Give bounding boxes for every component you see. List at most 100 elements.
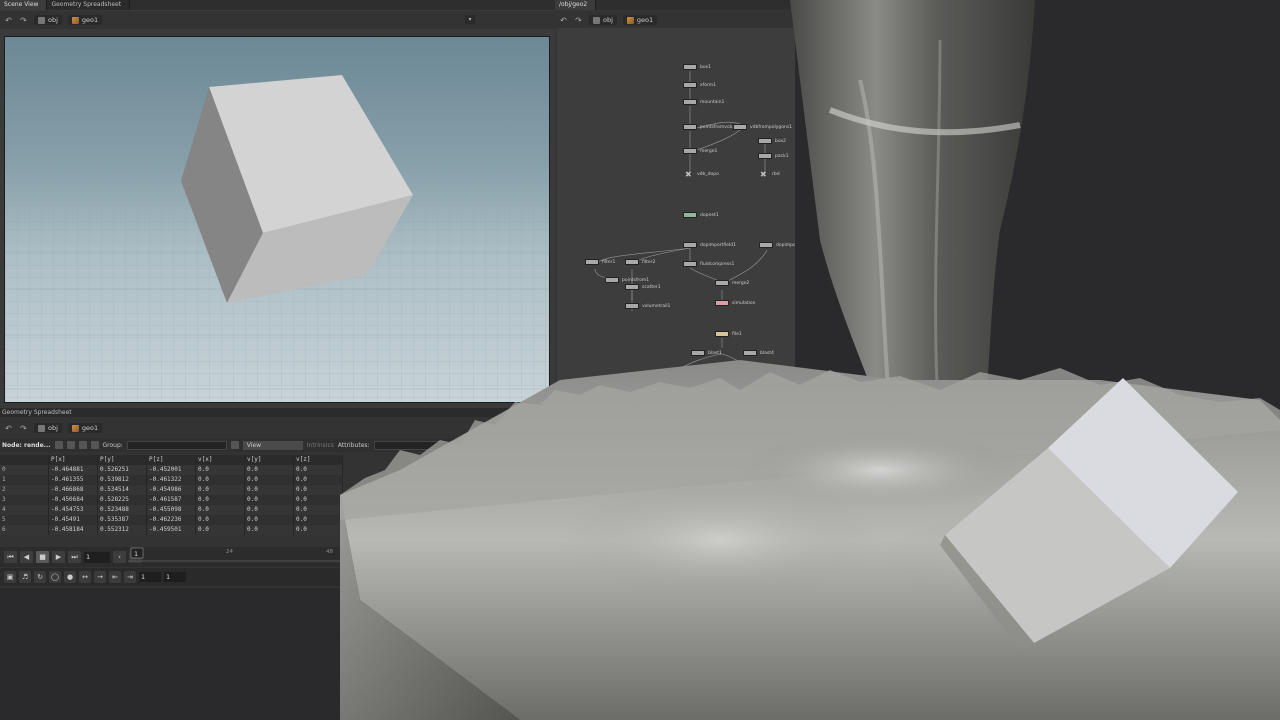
row-index: 3 xyxy=(0,495,49,505)
node-dopimportfield1[interactable]: dopimportfield1 xyxy=(683,242,736,248)
node-dopnet1[interactable]: dopnet1 xyxy=(683,212,719,218)
loop-icon[interactable]: ↻ xyxy=(34,571,46,583)
network-canvas[interactable]: box1 xform1 mountain1 pointsfromvolume1 … xyxy=(557,28,795,420)
node-vdb-dopo[interactable]: ✖ vdb_dopo xyxy=(685,170,719,179)
breadcrumb-geo1[interactable]: geo1 xyxy=(67,423,103,433)
column-header[interactable]: P[z] xyxy=(147,455,196,465)
node-pointsfrom1[interactable]: pointsfrom1 xyxy=(605,277,649,283)
forward-arrow-icon[interactable]: ↷ xyxy=(19,16,28,25)
tab-network[interactable]: /obj/geo2 xyxy=(555,0,597,10)
table-row[interactable]: 5 -0.45491 0.535387 -0.462236 0.0 0.0 0.… xyxy=(0,515,343,525)
view-select[interactable]: View xyxy=(242,440,303,450)
node-icon xyxy=(641,388,655,394)
stop-icon[interactable]: ■ xyxy=(36,551,49,563)
range-back-icon[interactable]: ⇤ xyxy=(109,571,121,583)
node-blast4[interactable]: blast4 xyxy=(743,350,774,356)
breadcrumb-geo1[interactable]: geo1 xyxy=(67,15,103,25)
attributes-input[interactable] xyxy=(373,440,454,450)
range-start-input[interactable]: 1 xyxy=(139,572,161,582)
node-mountain1[interactable]: mountain1 xyxy=(683,99,724,105)
forward-arrow-icon[interactable]: ↷ xyxy=(19,424,28,433)
node-rbd[interactable]: ✖ rbd xyxy=(760,170,780,179)
node-icon xyxy=(743,350,757,356)
node-icon xyxy=(758,138,772,144)
node-icon xyxy=(683,99,697,105)
node-label: dopnet1 xyxy=(700,212,719,218)
tab-scene-view[interactable]: Scene View xyxy=(0,0,48,10)
points-mode-icon[interactable] xyxy=(54,441,63,449)
node-scatter1[interactable]: scatter1 xyxy=(625,284,661,290)
detail-mode-icon[interactable] xyxy=(90,441,99,449)
node-box1[interactable]: box1 xyxy=(683,64,711,70)
node-box2[interactable]: box2 xyxy=(758,138,786,144)
vertices-mode-icon[interactable] xyxy=(66,441,75,449)
node-volumetrail1[interactable]: volumetrail1 xyxy=(625,303,670,309)
play-reverse-icon[interactable]: ◀ xyxy=(20,551,33,563)
row-index: 4 xyxy=(0,505,49,515)
node-filter1[interactable]: filter1 xyxy=(585,259,615,265)
table-row[interactable]: 2 -0.466868 0.534514 -0.454986 0.0 0.0 0… xyxy=(0,485,343,495)
column-header[interactable]: P[x] xyxy=(49,455,98,465)
breadcrumb-obj[interactable]: obj xyxy=(34,15,62,25)
node-simulation[interactable]: simulation xyxy=(715,300,755,306)
range-forward-icon[interactable]: ⇥ xyxy=(124,571,136,583)
filter-icon[interactable] xyxy=(230,441,239,449)
range-end-input[interactable]: 1 xyxy=(164,572,186,582)
global-animation-icon[interactable]: ● xyxy=(64,571,76,583)
breadcrumb-obj[interactable]: obj xyxy=(34,423,62,433)
node-vdbfrompolygons1[interactable]: vdbfrompolygons1 xyxy=(733,124,792,130)
node-file1[interactable]: file1 xyxy=(715,331,742,337)
column-header[interactable]: v[x] xyxy=(196,455,245,465)
table-row[interactable]: 6 -0.458184 0.552312 -0.459501 0.0 0.0 0… xyxy=(0,525,343,535)
jump-end-icon[interactable]: ⏭ xyxy=(68,551,81,563)
keys-icon[interactable]: ▣ xyxy=(4,571,16,583)
node-merge1[interactable]: merge1 xyxy=(683,148,717,154)
play-icon[interactable]: ▶ xyxy=(52,551,65,563)
column-header[interactable]: v[z] xyxy=(294,455,343,465)
node-particlefluidsurface2[interactable]: particlefluidsurface2 xyxy=(697,371,760,377)
table-cell: 0.0 xyxy=(245,485,294,495)
breadcrumb-obj[interactable]: obj xyxy=(589,15,617,25)
timeline-ruler[interactable]: 1 24 48 xyxy=(128,545,348,567)
node-dopimport1[interactable]: dopimport1 xyxy=(759,242,795,248)
path-dropdown-icon[interactable]: ▾ xyxy=(465,15,475,24)
snap-icon[interactable]: ↔ xyxy=(79,571,91,583)
group-input[interactable] xyxy=(126,440,227,450)
current-frame-input[interactable]: 1 xyxy=(84,551,110,563)
table-cell: -0.455098 xyxy=(147,505,196,515)
node-xform1[interactable]: xform1 xyxy=(683,82,716,88)
node-fluidcompress1[interactable]: fluidcompress1 xyxy=(683,261,734,267)
node-icon xyxy=(683,148,697,154)
back-arrow-icon[interactable]: ↶ xyxy=(559,16,568,25)
table-row[interactable]: 1 -0.461355 0.539812 -0.461322 0.0 0.0 0… xyxy=(0,475,343,485)
range-arrow-icon[interactable]: → xyxy=(94,571,106,583)
network-path-bar: ↶ ↷ obj geo1 xyxy=(555,11,795,29)
column-header[interactable]: v[y] xyxy=(245,455,294,465)
step-back-icon[interactable]: ‹ xyxy=(113,551,126,563)
3d-viewport[interactable] xyxy=(4,36,550,403)
jump-start-icon[interactable]: ⏮ xyxy=(4,551,17,563)
table-row[interactable]: 4 -0.454753 0.523488 -0.455098 0.0 0.0 0… xyxy=(0,505,343,515)
forward-arrow-icon[interactable]: ↷ xyxy=(574,16,583,25)
intrinsics-label[interactable]: Intrinsics xyxy=(307,442,334,449)
primitives-mode-icon[interactable] xyxy=(78,441,87,449)
column-header[interactable]: P[y] xyxy=(98,455,147,465)
tab-geometry-spreadsheet[interactable]: Geometry Spreadsheet xyxy=(47,0,131,10)
node-pack1[interactable]: pack1 xyxy=(758,153,789,159)
table-cell: 0.0 xyxy=(245,465,294,475)
node-merge2[interactable]: merge2 xyxy=(715,280,749,286)
node-label: blast4 xyxy=(760,350,774,356)
audio-icon[interactable]: ♬ xyxy=(19,571,31,583)
node-filter2[interactable]: filter2 xyxy=(625,259,655,265)
node-timeshift1[interactable]: timeshift1 xyxy=(641,388,681,394)
table-row[interactable]: 0 -0.464881 0.526251 -0.452001 0.0 0.0 0… xyxy=(0,465,343,475)
breadcrumb-geo1[interactable]: geo1 xyxy=(622,15,658,25)
realtime-icon[interactable]: ◯ xyxy=(49,571,61,583)
back-arrow-icon[interactable]: ↶ xyxy=(4,424,13,433)
spreadsheet-title: Geometry Spreadsheet xyxy=(0,408,555,417)
scene-path-bar: ↶ ↷ obj geo1 ▾ xyxy=(0,11,555,29)
node-blast1[interactable]: blast1 xyxy=(691,350,722,356)
table-row[interactable]: 3 -0.450684 0.528225 -0.461587 0.0 0.0 0… xyxy=(0,495,343,505)
back-arrow-icon[interactable]: ↶ xyxy=(4,16,13,25)
node-particlefluidsurface1[interactable]: particlefluidsurface1 xyxy=(641,371,704,377)
